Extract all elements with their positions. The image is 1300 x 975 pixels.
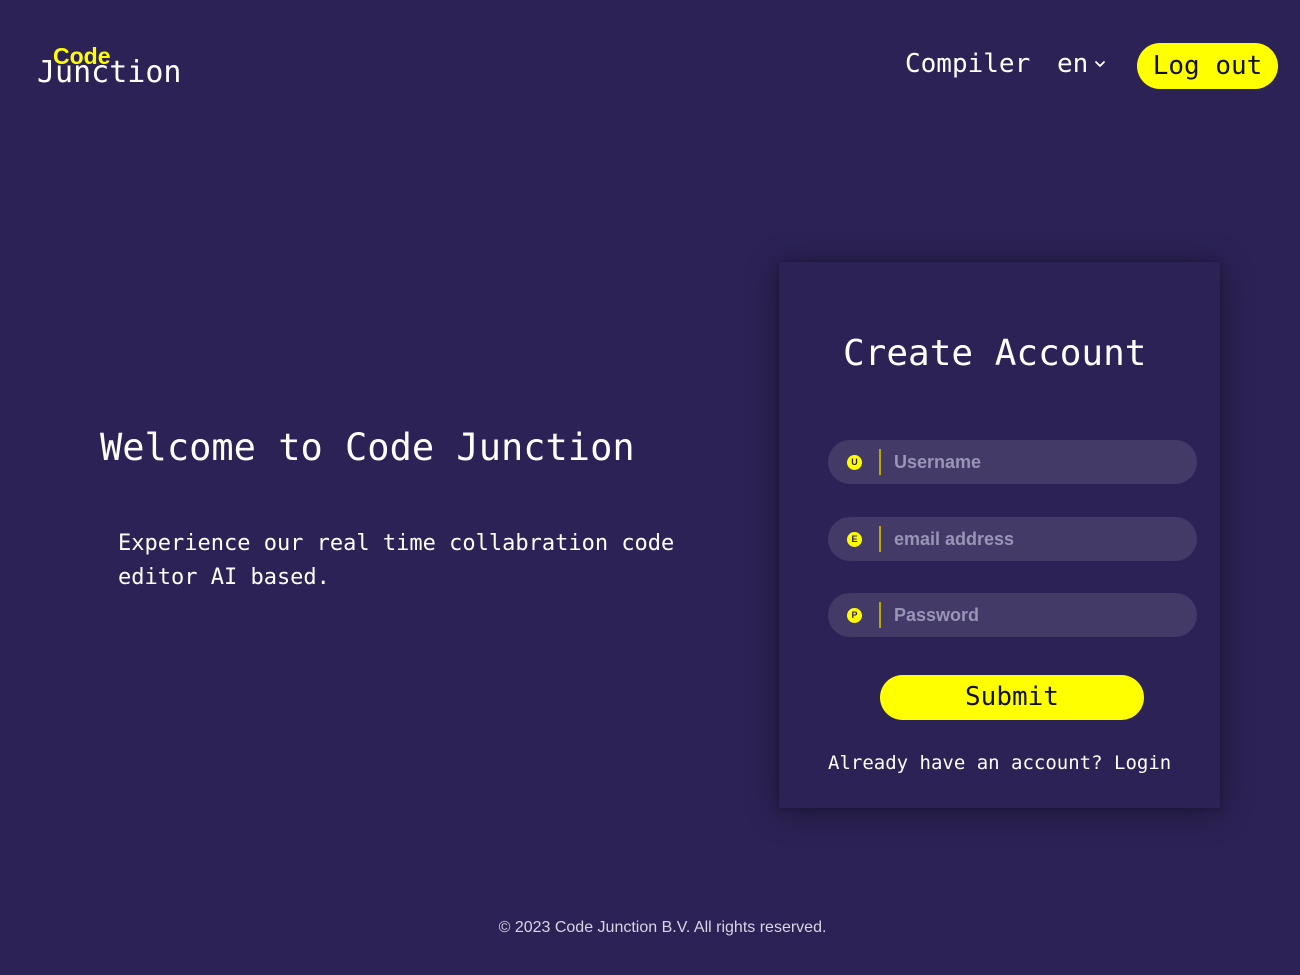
field-divider [879, 449, 881, 475]
email-field[interactable]: E [828, 517, 1197, 561]
user-icon: U [847, 455, 862, 470]
signup-card: Create Account U E P Submit Already have… [779, 262, 1220, 808]
email-icon: E [847, 532, 862, 547]
chevron-down-icon [1095, 61, 1106, 67]
card-title: Create Account [843, 333, 1147, 374]
logo[interactable]: Junction Code [37, 42, 207, 92]
language-select[interactable]: en [1057, 47, 1106, 81]
logo-code-text: Code [53, 43, 111, 69]
language-value: en [1057, 49, 1089, 79]
password-input[interactable] [894, 593, 1184, 637]
login-prompt-text: Already have an account? [828, 752, 1103, 774]
password-field[interactable]: P [828, 593, 1197, 637]
footer-copyright: © 2023 Code Junction B.V. All rights res… [498, 919, 827, 936]
password-icon: P [847, 608, 862, 623]
nav-compiler-link[interactable]: Compiler [905, 47, 1030, 81]
username-field[interactable]: U [828, 440, 1197, 484]
hero-title: Welcome to Code Junction [100, 426, 635, 469]
login-link[interactable]: Login [1114, 752, 1171, 774]
logout-button[interactable]: Log out [1137, 43, 1278, 89]
email-input[interactable] [894, 517, 1184, 561]
login-prompt-line: Already have an account? Login [828, 750, 1171, 776]
submit-button[interactable]: Submit [880, 675, 1144, 720]
field-divider [879, 602, 881, 628]
username-input[interactable] [894, 440, 1184, 484]
hero-description: Experience our real time collabration co… [118, 531, 675, 590]
field-divider [879, 526, 881, 552]
